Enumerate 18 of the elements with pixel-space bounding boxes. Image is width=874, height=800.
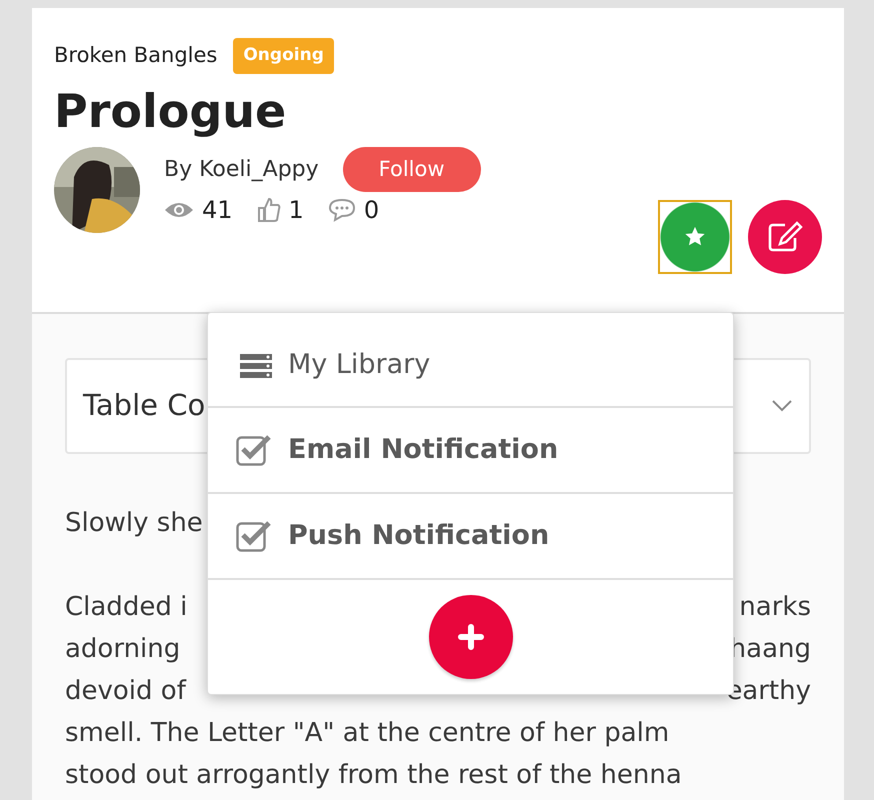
text-line: stood out arrogantly from the rest of the henna bbox=[65, 759, 683, 792]
text-fragment: narks bbox=[739, 591, 811, 624]
chapter-title: Prologue bbox=[54, 84, 288, 139]
stat-count: 0 bbox=[364, 195, 380, 226]
stat-count: 1 bbox=[288, 195, 304, 226]
text-line: smell. The Letter "A" at the centre of her palm bbox=[65, 717, 670, 750]
menu-item[interactable]: My Library bbox=[288, 345, 430, 386]
story-title: Broken Bangles bbox=[54, 42, 218, 69]
menu-item[interactable]: Email Notification bbox=[288, 430, 558, 470]
menu-item[interactable]: Push Notification bbox=[288, 516, 550, 556]
follow-button[interactable]: Follow bbox=[342, 146, 481, 192]
text-fragment: Slowly she bbox=[65, 507, 203, 540]
status-badge: Ongoing bbox=[233, 38, 334, 74]
text-fragment: adorning bbox=[65, 633, 180, 666]
text-fragment: Cladded i bbox=[65, 591, 188, 624]
author-byline: By Koeli_Appy bbox=[164, 156, 319, 184]
stat-count: 41 bbox=[202, 195, 233, 226]
text-fragment: devoid of bbox=[65, 675, 186, 708]
